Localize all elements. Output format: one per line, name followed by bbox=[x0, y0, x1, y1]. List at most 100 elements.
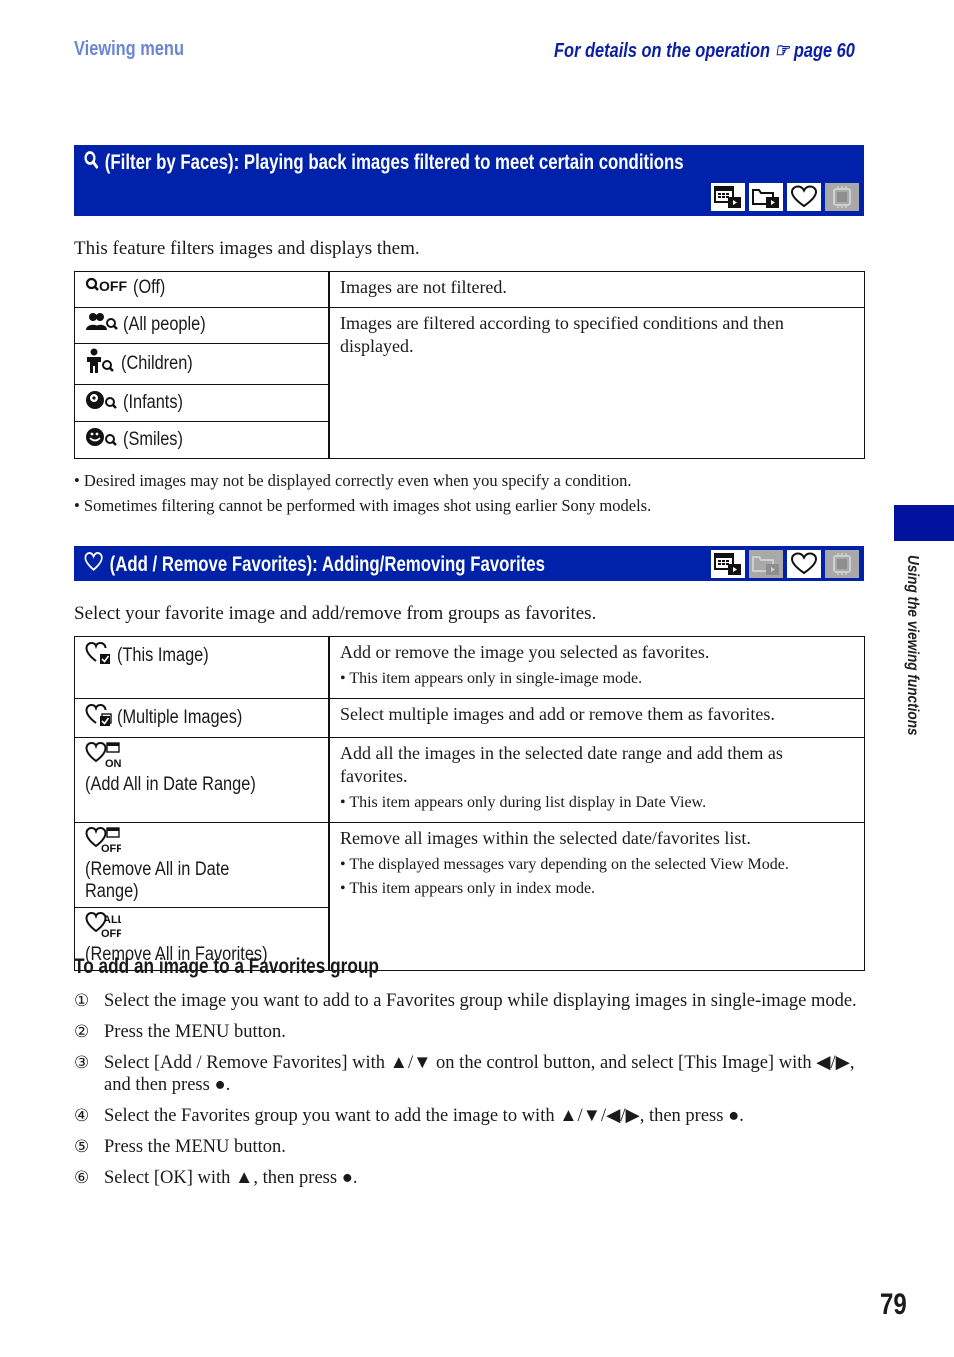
svg-text:ON: ON bbox=[105, 758, 121, 768]
section-header: Viewing menu bbox=[74, 38, 184, 60]
svg-text:ALL: ALL bbox=[103, 914, 121, 926]
details-page-link[interactable]: page 60 bbox=[794, 40, 855, 62]
step-number: ③ bbox=[74, 1053, 90, 1073]
filter-notes: Desired images may not be displayed corr… bbox=[74, 468, 651, 518]
step-item: ④ Select the Favorites group you want to … bbox=[74, 1105, 864, 1127]
option-children: (Children) bbox=[74, 343, 330, 385]
description-text: Add or remove the image you selected as … bbox=[340, 642, 710, 662]
heart-date-on-icon: ON bbox=[85, 741, 122, 774]
procedure-steps: ① Select the image you want to add to a F… bbox=[74, 990, 864, 1198]
step-text: Select the image you want to add to a Fa… bbox=[104, 991, 857, 1011]
step-item: ⑤ Press the MENU button. bbox=[74, 1136, 864, 1158]
option-this-image: (This Image) bbox=[74, 636, 330, 699]
description-text: Add all the images in the selected date … bbox=[340, 743, 783, 786]
table-row: ON (Add All in Date Range) Add all the i… bbox=[74, 737, 865, 823]
option-description: Images are not filtered. bbox=[328, 271, 865, 308]
table-row: OFF (Remove All in Date Range) Remove al… bbox=[74, 822, 865, 971]
favorites-banner: (Add / Remove Favorites): Adding/Removin… bbox=[74, 546, 864, 581]
table-row: (This Image) Add or remove the image you… bbox=[74, 636, 865, 699]
description-note: This item appears only in single-image m… bbox=[340, 668, 854, 690]
heart-icon bbox=[84, 551, 103, 579]
description-note: This item appears only during list displ… bbox=[340, 792, 854, 814]
option-label: (Off) bbox=[133, 277, 166, 299]
note-item: Desired images may not be displayed corr… bbox=[74, 468, 651, 493]
option-label: (Remove All in Date Range) bbox=[85, 859, 230, 902]
favorites-heart-icon bbox=[787, 550, 821, 578]
step-item: ③ Select [Add / Remove Favorites] with ▲/… bbox=[74, 1052, 864, 1096]
option-all-people: (All people) bbox=[74, 307, 330, 344]
page-number: 79 bbox=[880, 1288, 907, 1321]
infants-icon bbox=[85, 389, 119, 417]
step-text: Press the MENU button. bbox=[104, 1137, 286, 1157]
option-description: Add or remove the image you selected as … bbox=[328, 636, 865, 699]
folder-view-icon bbox=[749, 550, 783, 578]
favorites-options-table: (This Image) Add or remove the image you… bbox=[74, 636, 865, 971]
step-number: ② bbox=[74, 1022, 90, 1042]
option-label: (Smiles) bbox=[123, 429, 183, 451]
heart-date-off-icon: OFF bbox=[85, 826, 123, 859]
note-item: Sometimes filtering cannot be performed … bbox=[74, 493, 651, 518]
option-infants: (Infants) bbox=[74, 384, 330, 422]
step-number: ① bbox=[74, 991, 90, 1011]
step-text: Select [Add / Remove Favorites] with ▲/▼… bbox=[104, 1053, 855, 1095]
option-label: (Add All in Date Range) bbox=[85, 774, 256, 795]
step-item: ② Press the MENU button. bbox=[74, 1021, 864, 1043]
filter-by-faces-banner: (Filter by Faces): Playing back images f… bbox=[74, 145, 864, 216]
internal-memory-icon bbox=[825, 550, 859, 578]
option-description: Remove all images within the selected da… bbox=[328, 822, 865, 971]
option-description: Images are filtered according to specifi… bbox=[328, 307, 865, 459]
option-label: (Multiple Images) bbox=[117, 707, 243, 729]
option-remove-all-in-date-range: OFF (Remove All in Date Range) bbox=[74, 822, 330, 908]
face-filter-off-icon: OFF bbox=[85, 276, 129, 300]
chapter-label: Using the viewing functions bbox=[904, 555, 921, 736]
date-view-icon bbox=[711, 550, 745, 578]
description-text: Remove all images within the selected da… bbox=[340, 828, 751, 848]
option-smiles: (Smiles) bbox=[74, 421, 330, 459]
magnifier-icon bbox=[84, 150, 99, 176]
svg-text:OFF: OFF bbox=[99, 278, 127, 294]
step-item: ① Select the image you want to add to a F… bbox=[74, 990, 864, 1012]
all-people-icon bbox=[85, 312, 119, 338]
folder-view-icon bbox=[749, 183, 783, 211]
option-label: (Children) bbox=[121, 353, 193, 375]
step-text: Select the Favorites group you want to a… bbox=[104, 1106, 744, 1126]
table-row: (Multiple Images) Select multiple images… bbox=[74, 698, 865, 738]
option-description: Add all the images in the selected date … bbox=[328, 737, 865, 823]
description-text: Select multiple images and add or remove… bbox=[340, 704, 775, 724]
step-number: ④ bbox=[74, 1106, 90, 1126]
option-label: (This Image) bbox=[117, 645, 209, 667]
smiles-icon bbox=[85, 426, 119, 454]
svg-text:OFF: OFF bbox=[101, 928, 121, 938]
option-multiple-images: (Multiple Images) bbox=[74, 698, 330, 738]
svg-text:OFF: OFF bbox=[101, 843, 121, 853]
date-view-icon bbox=[711, 183, 745, 211]
filter-intro: This feature filters images and displays… bbox=[74, 238, 420, 259]
option-description: Select multiple images and add or remove… bbox=[328, 698, 865, 738]
internal-memory-icon bbox=[825, 183, 859, 211]
option-off: OFF (Off) bbox=[74, 271, 330, 308]
favorites-section-title: (Add / Remove Favorites): Adding/Removin… bbox=[109, 553, 545, 576]
description-note: The displayed messages vary depending on… bbox=[340, 854, 854, 876]
children-icon bbox=[85, 348, 117, 380]
filter-options-table: OFF (Off) Images are not filtered. (All … bbox=[74, 271, 865, 459]
favorites-heart-icon bbox=[787, 183, 821, 211]
filter-section-title: (Filter by Faces): Playing back images f… bbox=[104, 151, 684, 174]
step-number: ⑥ bbox=[74, 1168, 90, 1188]
details-prefix: For details on the operation bbox=[554, 40, 771, 62]
procedure-heading: To add an image to a Favorites group bbox=[74, 955, 379, 978]
heart-this-image-icon bbox=[85, 641, 113, 671]
heart-multiple-images-icon bbox=[85, 703, 113, 733]
option-label: (All people) bbox=[123, 314, 206, 336]
step-text: Select [OK] with ▲, then press ●. bbox=[104, 1168, 358, 1188]
step-text: Press the MENU button. bbox=[104, 1022, 286, 1042]
table-row: OFF (Off) Images are not filtered. bbox=[74, 271, 865, 308]
chapter-tab bbox=[894, 505, 954, 541]
option-add-all-in-date-range: ON (Add All in Date Range) bbox=[74, 737, 330, 823]
step-item: ⑥ Select [OK] with ▲, then press ●. bbox=[74, 1167, 864, 1189]
table-row: (All people) Images are filtered accordi… bbox=[74, 307, 865, 459]
favorites-intro: Select your favorite image and add/remov… bbox=[74, 603, 597, 624]
step-number: ⑤ bbox=[74, 1137, 90, 1157]
description-note: This item appears only in index mode. bbox=[340, 878, 854, 900]
pointing-hand-icon: ☞ bbox=[774, 40, 790, 62]
heart-all-off-icon: ALL OFF bbox=[85, 911, 125, 944]
